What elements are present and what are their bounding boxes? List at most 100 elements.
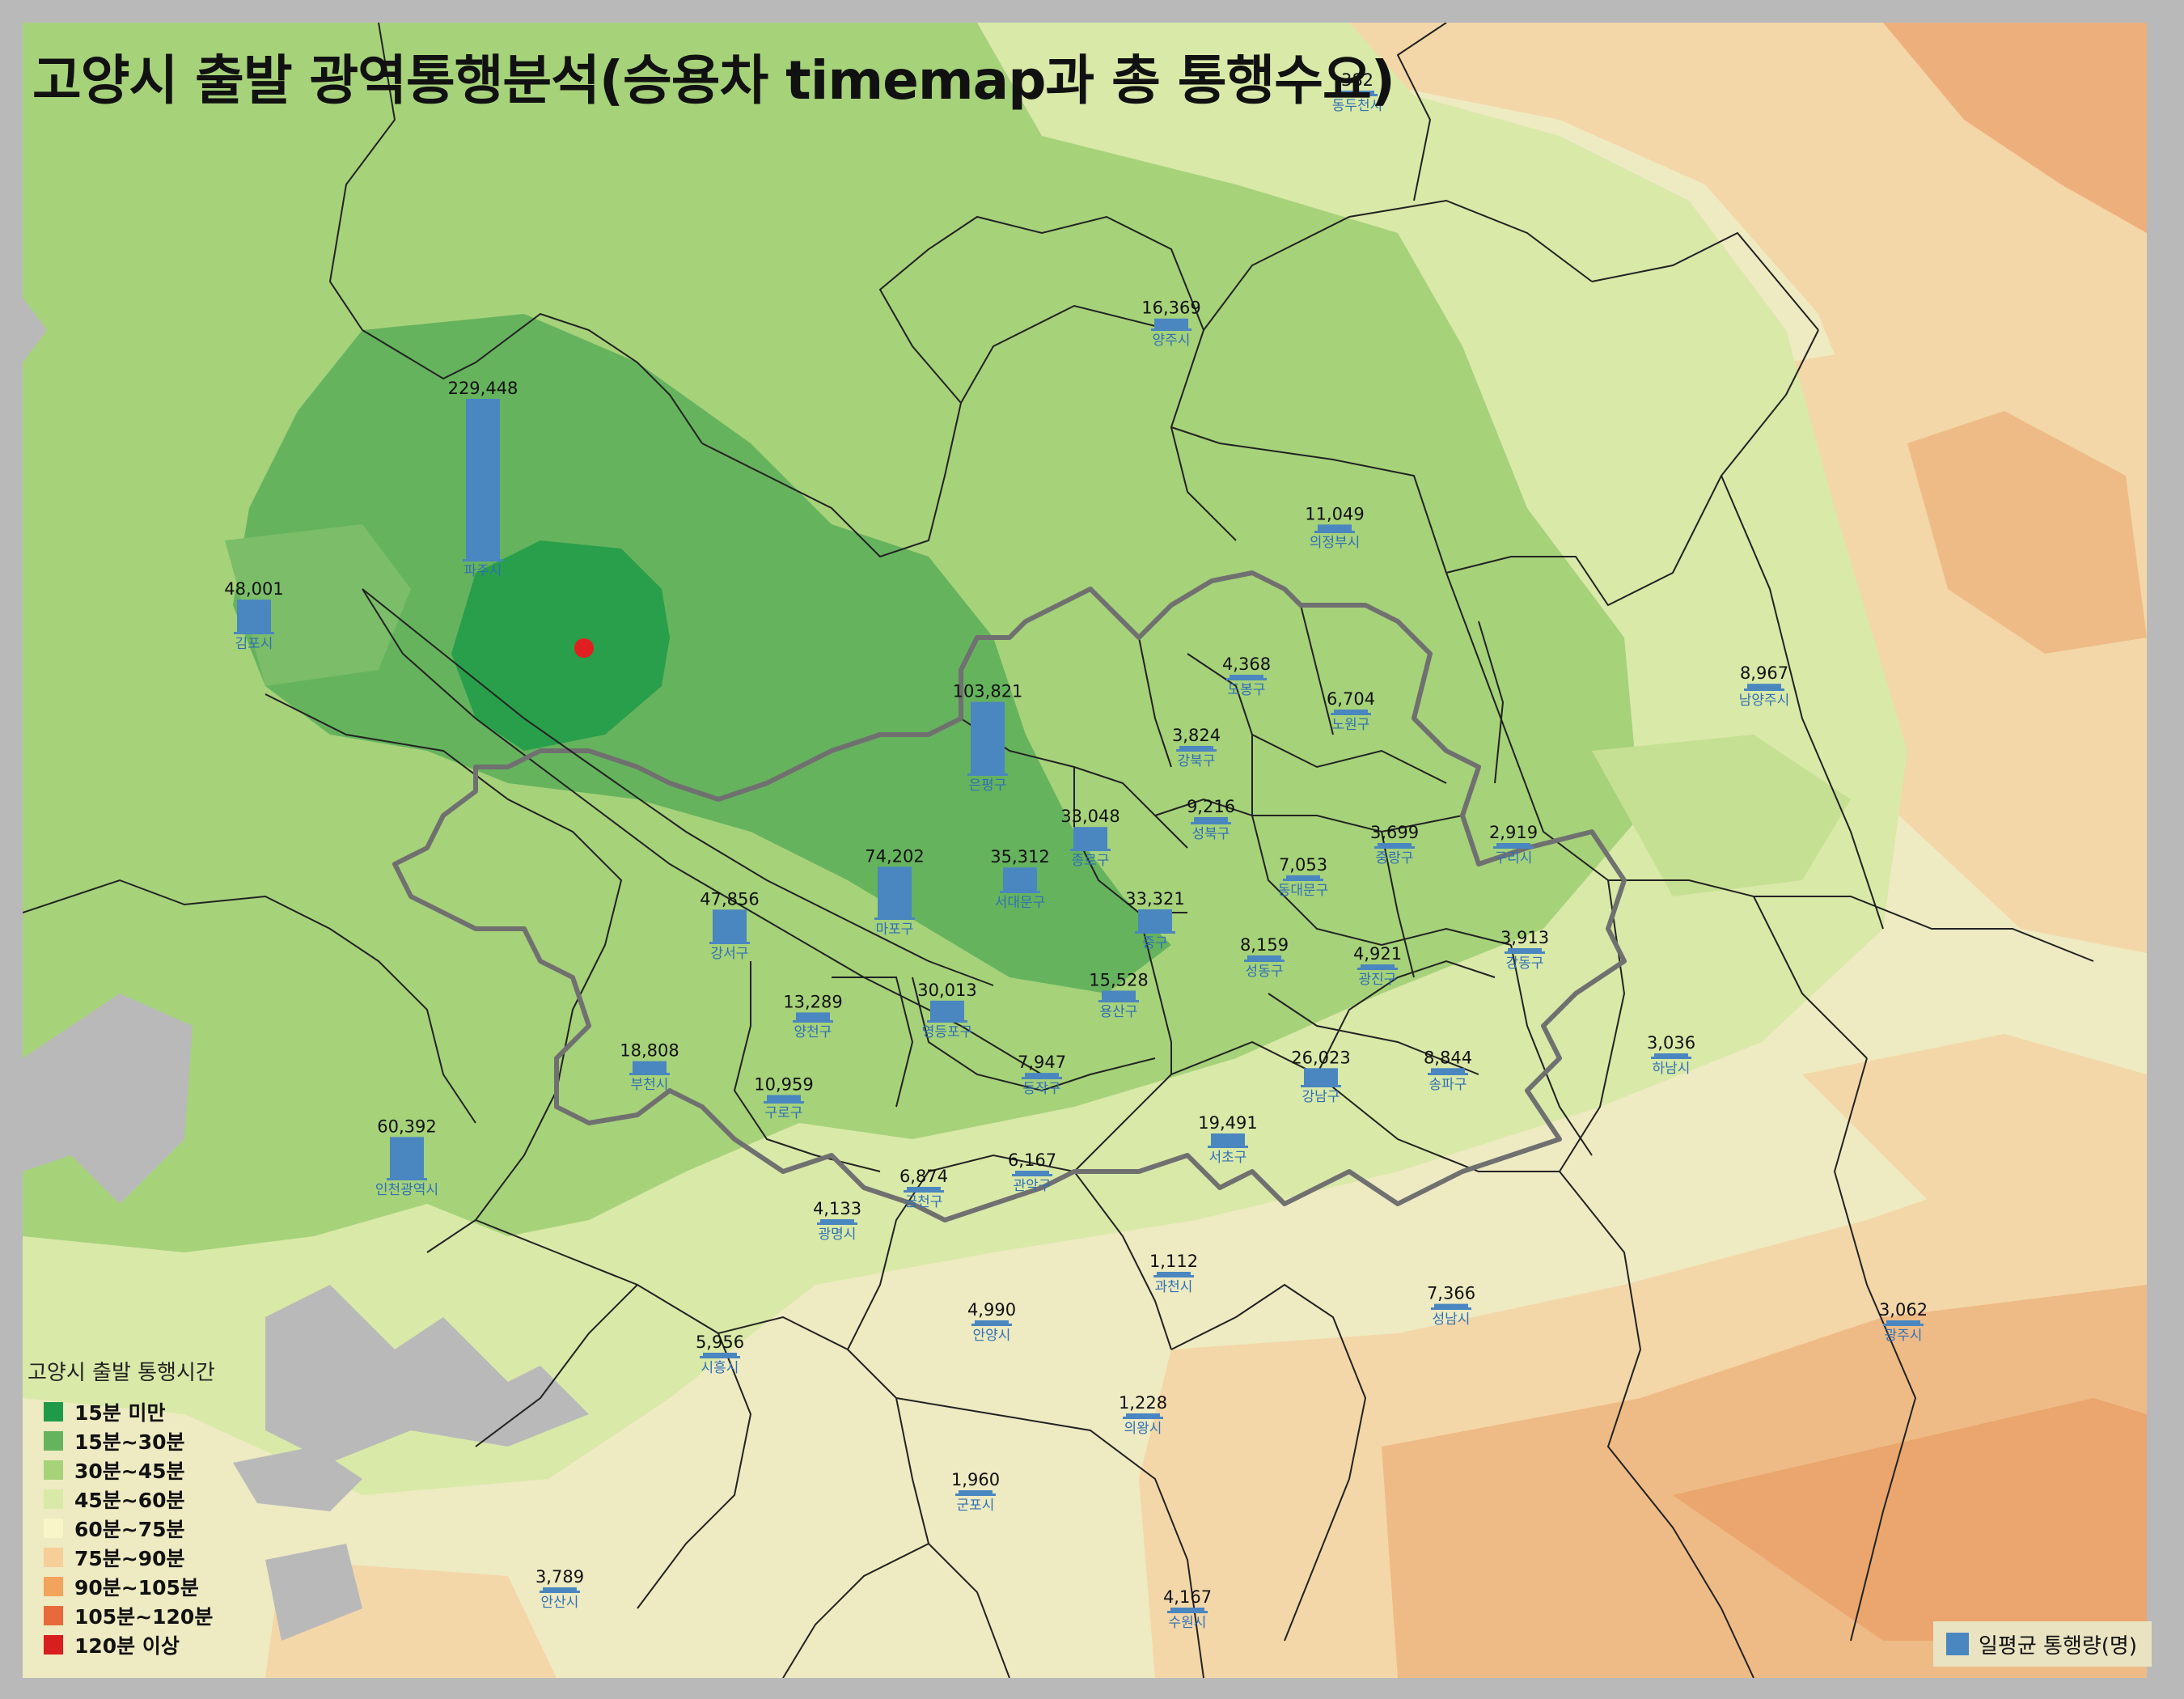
volume-value-label: 7,053: [1279, 855, 1327, 875]
region-name-label: 강서구: [711, 946, 749, 962]
volume-value-label: 4,133: [813, 1199, 861, 1218]
travel-time-map[interactable]: 229,448파주시48,001김포시16,369양주시382동두천시11,04…: [23, 23, 2147, 1678]
volume-bar-base: [1153, 1275, 1194, 1277]
volume-value-label: 3,789: [535, 1567, 584, 1587]
region-name-label: 성동구: [1246, 964, 1284, 980]
region-name-label: 금천구: [905, 1194, 943, 1210]
region-name-label: 안양시: [973, 1328, 1011, 1344]
volume-bar[interactable]: [633, 1061, 667, 1074]
legend-swatch: [44, 1431, 63, 1451]
volume-value-label: 74,202: [865, 846, 924, 866]
volume-bar[interactable]: [237, 600, 271, 633]
volume-value-label: 1,960: [951, 1470, 1000, 1489]
volume-bar-base: [1314, 531, 1355, 533]
volume-bar[interactable]: [1211, 1133, 1245, 1147]
volume-bar-base: [1098, 1000, 1139, 1002]
volume-value-label: 9,216: [1187, 797, 1235, 816]
volume-value-label: 11,049: [1305, 504, 1364, 523]
volume-bar[interactable]: [971, 701, 1005, 775]
volume-bar[interactable]: [878, 866, 912, 919]
volume-bar-base: [709, 942, 750, 944]
region-name-label: 관악구: [1014, 1178, 1052, 1194]
volume-bar-base: [1208, 1146, 1248, 1148]
legend-item: 120분 이상: [28, 1630, 246, 1659]
volume-legend: 일평균 통행량(명): [1933, 1621, 2152, 1667]
legend-swatch: [44, 1402, 63, 1421]
volume-bar-base: [1070, 849, 1111, 851]
volume-bar-base: [1123, 1417, 1163, 1419]
volume-value-label: 18,808: [620, 1041, 679, 1061]
legend-swatch: [44, 1577, 63, 1596]
volume-bar-base: [1283, 879, 1323, 881]
volume-bar-base: [1301, 1085, 1341, 1087]
legend-label: 45분~60분: [74, 1489, 185, 1512]
volume-bar-base: [1012, 1174, 1052, 1176]
volume-bar-base: [793, 1020, 833, 1023]
region-name-label: 의왕시: [1124, 1421, 1162, 1437]
volume-bar-base: [1135, 931, 1175, 934]
legend-label: 105분~120분: [74, 1605, 214, 1629]
volume-bar[interactable]: [1154, 318, 1188, 330]
volume-value-label: 6,704: [1327, 689, 1375, 709]
volume-value-label: 3,036: [1647, 1033, 1695, 1053]
region-name-label: 광명시: [819, 1227, 857, 1243]
volume-value-label: 4,921: [1353, 944, 1402, 964]
volume-bar[interactable]: [1304, 1068, 1338, 1087]
volume-value-label: 26,023: [1291, 1048, 1350, 1067]
region-name-label: 시흥시: [701, 1360, 739, 1376]
legend-item: 30분~45분: [28, 1455, 246, 1485]
legend-label: 30분~45분: [74, 1460, 185, 1483]
region-name-label: 성남시: [1433, 1311, 1471, 1328]
volume-bar-base: [927, 1020, 967, 1023]
volume-value-label: 60,392: [377, 1116, 436, 1136]
region-name-label: 하남시: [1653, 1061, 1691, 1077]
volume-value-label: 4,167: [1163, 1587, 1212, 1607]
region-name-label: 서대문구: [995, 895, 1046, 911]
legend-swatch: [44, 1460, 63, 1480]
region-name-label: 노원구: [1332, 717, 1370, 733]
volume-bar[interactable]: [1073, 827, 1107, 850]
volume-bar[interactable]: [1138, 909, 1172, 933]
volume-value-label: 7,366: [1427, 1284, 1475, 1303]
volume-bar-base: [764, 1101, 804, 1104]
volume-bar-base: [1176, 749, 1217, 752]
region-name-label: 중랑구: [1376, 850, 1414, 866]
legend-item: 60분~75분: [28, 1514, 246, 1543]
legend-label: 75분~90분: [74, 1547, 185, 1570]
volume-value-label: 6,167: [1008, 1150, 1056, 1170]
volume-bar[interactable]: [1102, 990, 1136, 1002]
region-name-label: 강동구: [1506, 955, 1544, 972]
volume-bar[interactable]: [390, 1137, 424, 1180]
volume-bar-base: [1244, 960, 1285, 962]
legend-label: 15분 미만: [74, 1401, 166, 1425]
region-name-label: 인천광역시: [375, 1182, 438, 1198]
region-name-label: 구리시: [1495, 850, 1533, 866]
region-name-label: 의정부시: [1310, 535, 1361, 551]
legend-items: 15분 미만 15분~30분 30분~45분 45분~60분 60분~75분 75분~90…: [28, 1397, 246, 1659]
volume-value-label: 33,321: [1125, 889, 1184, 909]
region-name-label: 안산시: [541, 1595, 579, 1611]
region-name-label: 군포시: [957, 1498, 995, 1514]
volume-bar-base: [1167, 1611, 1208, 1613]
origin-point-goyang[interactable]: [574, 638, 594, 658]
volume-bar-base: [1000, 891, 1040, 893]
volume-legend-label: 일평균 통행량(명): [1979, 1633, 2137, 1659]
volume-bar[interactable]: [713, 909, 747, 943]
volume-bar[interactable]: [930, 1000, 964, 1022]
travel-time-legend: 고양시 출발 통행시간 15분 미만 15분~30분 30분~45분 45분~60분 6…: [28, 1356, 246, 1659]
volume-value-label: 229,448: [448, 379, 518, 398]
volume-bar[interactable]: [1003, 867, 1037, 892]
volume-value-label: 2,919: [1489, 823, 1538, 842]
volume-bar-base: [1151, 328, 1191, 331]
legend-swatch: [44, 1635, 63, 1655]
region-name-label: 구로구: [765, 1105, 803, 1121]
volume-bar-base: [1331, 713, 1371, 715]
volume-bar-base: [629, 1073, 670, 1075]
region-name-label: 용산구: [1100, 1004, 1138, 1020]
region-name-label: 부천시: [631, 1077, 669, 1093]
volume-value-label: 5,956: [696, 1333, 744, 1352]
volume-bar[interactable]: [466, 399, 500, 561]
volume-value-label: 48,001: [224, 579, 283, 599]
region-name-label: 송파구: [1429, 1077, 1467, 1093]
volume-bar-base: [1022, 1077, 1062, 1079]
